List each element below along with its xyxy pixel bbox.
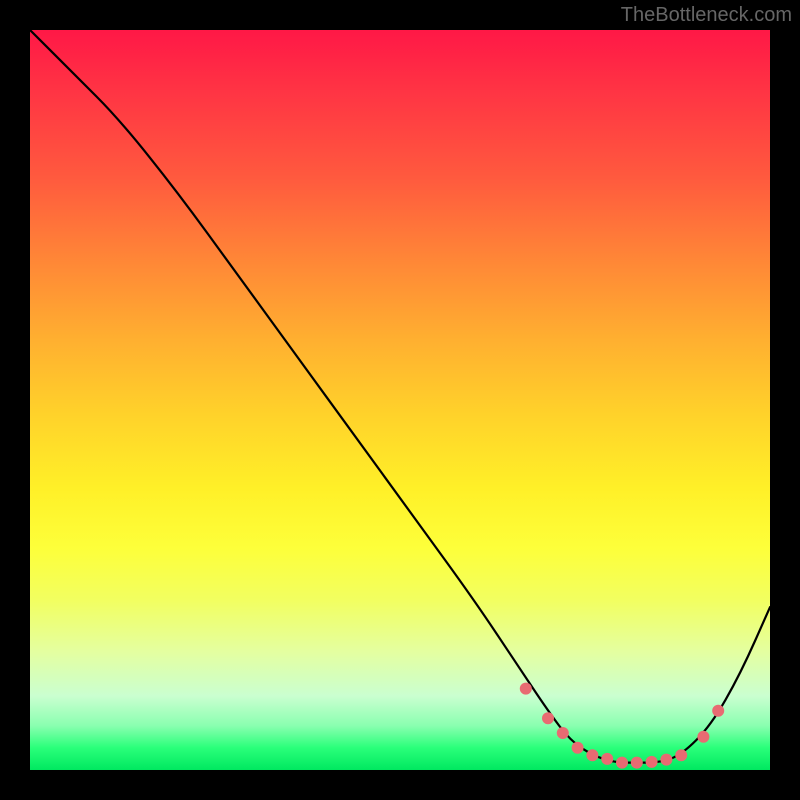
valley-markers bbox=[520, 683, 724, 769]
valley-marker bbox=[572, 742, 584, 754]
chart-frame: TheBottleneck.com bbox=[0, 0, 800, 800]
valley-marker bbox=[601, 753, 613, 765]
curve-layer bbox=[30, 30, 770, 770]
valley-marker bbox=[586, 749, 598, 761]
watermark-text: TheBottleneck.com bbox=[621, 4, 792, 27]
plot-area bbox=[30, 30, 770, 770]
valley-marker bbox=[675, 749, 687, 761]
bottleneck-curve bbox=[30, 30, 770, 763]
valley-marker bbox=[697, 731, 709, 743]
valley-marker bbox=[631, 757, 643, 769]
valley-marker bbox=[557, 727, 569, 739]
valley-marker bbox=[660, 754, 672, 766]
valley-marker bbox=[520, 683, 532, 695]
valley-marker bbox=[712, 705, 724, 717]
valley-marker bbox=[646, 756, 658, 768]
valley-marker bbox=[616, 757, 628, 769]
valley-marker bbox=[542, 712, 554, 724]
